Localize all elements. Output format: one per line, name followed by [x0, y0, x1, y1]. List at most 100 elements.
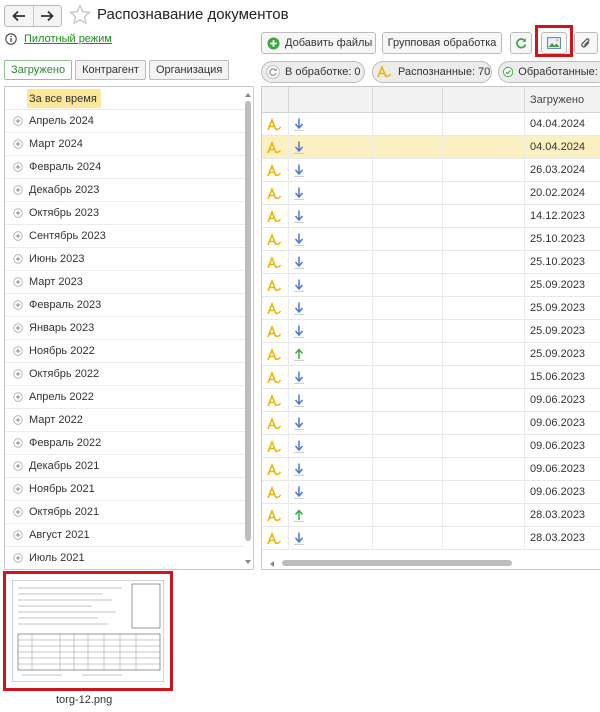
recognized-a-icon: [377, 65, 392, 78]
arrow-left-icon: [11, 10, 25, 22]
table-row[interactable]: 15.06.2023: [262, 366, 600, 389]
period-item[interactable]: Февраль 2023: [5, 294, 245, 317]
expand-plus-icon[interactable]: [13, 392, 23, 402]
period-item[interactable]: Декабрь 2023: [5, 179, 245, 202]
table-row[interactable]: 26.03.2024: [262, 159, 600, 182]
period-item[interactable]: Март 2022: [5, 409, 245, 432]
table-row[interactable]: 09.06.2023: [262, 435, 600, 458]
scroll-left-arrow[interactable]: [268, 559, 276, 567]
table-row[interactable]: 20.02.2024: [262, 182, 600, 205]
period-item[interactable]: Апрель 2022: [5, 386, 245, 409]
tab-organization[interactable]: Организация: [148, 60, 230, 80]
period-all-row[interactable]: За все время: [5, 87, 245, 110]
table-row[interactable]: 04.04.2024: [262, 113, 600, 136]
processing-filter[interactable]: В обработке: 0: [261, 61, 365, 83]
arrow-down-icon: [294, 279, 304, 292]
attach-button[interactable]: [574, 32, 598, 54]
period-item-label: Январь 2023: [29, 322, 95, 334]
table-row[interactable]: 09.06.2023: [262, 458, 600, 481]
scroll-down-arrow[interactable]: [244, 557, 252, 565]
table-row[interactable]: 25.10.2023: [262, 251, 600, 274]
expand-plus-icon[interactable]: [13, 277, 23, 287]
period-item[interactable]: Июнь 2023: [5, 248, 245, 271]
tab-uploaded[interactable]: Загружено: [4, 60, 73, 80]
uploaded-date: 09.06.2023: [530, 440, 586, 452]
period-item[interactable]: Март 2023: [5, 271, 245, 294]
period-item[interactable]: Ноябрь 2022: [5, 340, 245, 363]
table-row[interactable]: 25.09.2023: [262, 343, 600, 366]
period-item[interactable]: Декабрь 2021: [5, 455, 245, 478]
expand-plus-icon[interactable]: [13, 139, 23, 149]
pilot-mode-link[interactable]: Пилотный режим: [24, 33, 112, 45]
table-row[interactable]: 28.03.2023: [262, 504, 600, 527]
table-row[interactable]: 14.12.2023: [262, 205, 600, 228]
expand-plus-icon[interactable]: [13, 323, 23, 333]
plus-circle-icon: [267, 37, 280, 49]
expand-plus-icon[interactable]: [13, 185, 23, 195]
period-item[interactable]: Октябрь 2022: [5, 363, 245, 386]
processed-filter[interactable]: Обработанные: 1: [498, 61, 600, 83]
image-button-highlight: [535, 25, 573, 57]
scroll-up-arrow[interactable]: [244, 90, 252, 98]
table-row[interactable]: 09.06.2023: [262, 412, 600, 435]
expand-plus-icon[interactable]: [13, 553, 23, 563]
period-item[interactable]: Октябрь 2023: [5, 202, 245, 225]
period-item-label: Октябрь 2023: [29, 207, 100, 219]
expand-plus-icon[interactable]: [13, 300, 23, 310]
period-item[interactable]: Январь 2023: [5, 317, 245, 340]
table-row[interactable]: 09.06.2023: [262, 389, 600, 412]
table-row[interactable]: 09.06.2023: [262, 481, 600, 504]
refresh-button[interactable]: [510, 32, 532, 54]
expand-plus-icon[interactable]: [13, 415, 23, 425]
period-item-label: Ноябрь 2022: [29, 345, 95, 357]
period-item[interactable]: Октябрь 2021: [5, 501, 245, 524]
info-icon[interactable]: [5, 33, 17, 45]
table-horizontal-scrollbar[interactable]: [282, 560, 512, 566]
expand-plus-icon[interactable]: [13, 254, 23, 264]
expand-plus-icon[interactable]: [13, 346, 23, 356]
expand-plus-icon[interactable]: [13, 530, 23, 540]
expand-plus-icon[interactable]: [13, 438, 23, 448]
grouping-tabs: Загружено Контрагент Организация: [4, 60, 232, 80]
favorite-button[interactable]: [68, 3, 92, 27]
table-row[interactable]: 25.09.2023: [262, 274, 600, 297]
period-item[interactable]: Ноябрь 2021: [5, 478, 245, 501]
recognized-a-icon: [267, 209, 282, 223]
expand-plus-icon[interactable]: [13, 231, 23, 241]
period-item[interactable]: Март 2024: [5, 133, 245, 156]
period-item[interactable]: Апрель 2024: [5, 110, 245, 133]
table-row[interactable]: 25.10.2023: [262, 228, 600, 251]
expand-plus-icon[interactable]: [13, 208, 23, 218]
period-item-label: Июль 2021: [29, 552, 85, 564]
table-row[interactable]: 04.04.2024: [262, 136, 600, 159]
expand-plus-icon[interactable]: [13, 162, 23, 172]
forward-button[interactable]: [32, 6, 62, 26]
recognized-filter[interactable]: Распознанные: 70: [372, 61, 492, 83]
period-item[interactable]: Июль 2021: [5, 547, 245, 569]
group-processing-button[interactable]: Групповая обработка: [382, 32, 502, 54]
table-row[interactable]: 25.09.2023: [262, 297, 600, 320]
period-item[interactable]: Февраль 2024: [5, 156, 245, 179]
column-uploaded-header[interactable]: Загружено: [530, 94, 584, 106]
period-item[interactable]: Февраль 2022: [5, 432, 245, 455]
back-button[interactable]: [5, 6, 33, 26]
period-all-time[interactable]: За все время: [27, 89, 101, 108]
expand-plus-icon[interactable]: [13, 507, 23, 517]
uploaded-date: 09.06.2023: [530, 463, 586, 475]
expand-plus-icon[interactable]: [13, 461, 23, 471]
expand-plus-icon[interactable]: [13, 116, 23, 126]
tab-counterparty[interactable]: Контрагент: [75, 60, 146, 80]
add-files-button[interactable]: Добавить файлы: [261, 32, 376, 54]
period-item[interactable]: Август 2021: [5, 524, 245, 547]
uploaded-date: 28.03.2023: [530, 532, 586, 544]
expand-plus-icon[interactable]: [13, 484, 23, 494]
document-preview[interactable]: [3, 571, 173, 691]
period-list: За все время Апрель 2024 Март 2024 Февраль…: [4, 86, 254, 570]
expand-plus-icon[interactable]: [13, 369, 23, 379]
period-list-scrollbar[interactable]: [245, 101, 251, 541]
navigation-buttons: [4, 5, 62, 27]
table-row[interactable]: 25.09.2023: [262, 320, 600, 343]
table-row[interactable]: 28.03.2023: [262, 527, 600, 550]
arrow-down-icon: [294, 325, 304, 338]
period-item[interactable]: Сентябрь 2023: [5, 225, 245, 248]
